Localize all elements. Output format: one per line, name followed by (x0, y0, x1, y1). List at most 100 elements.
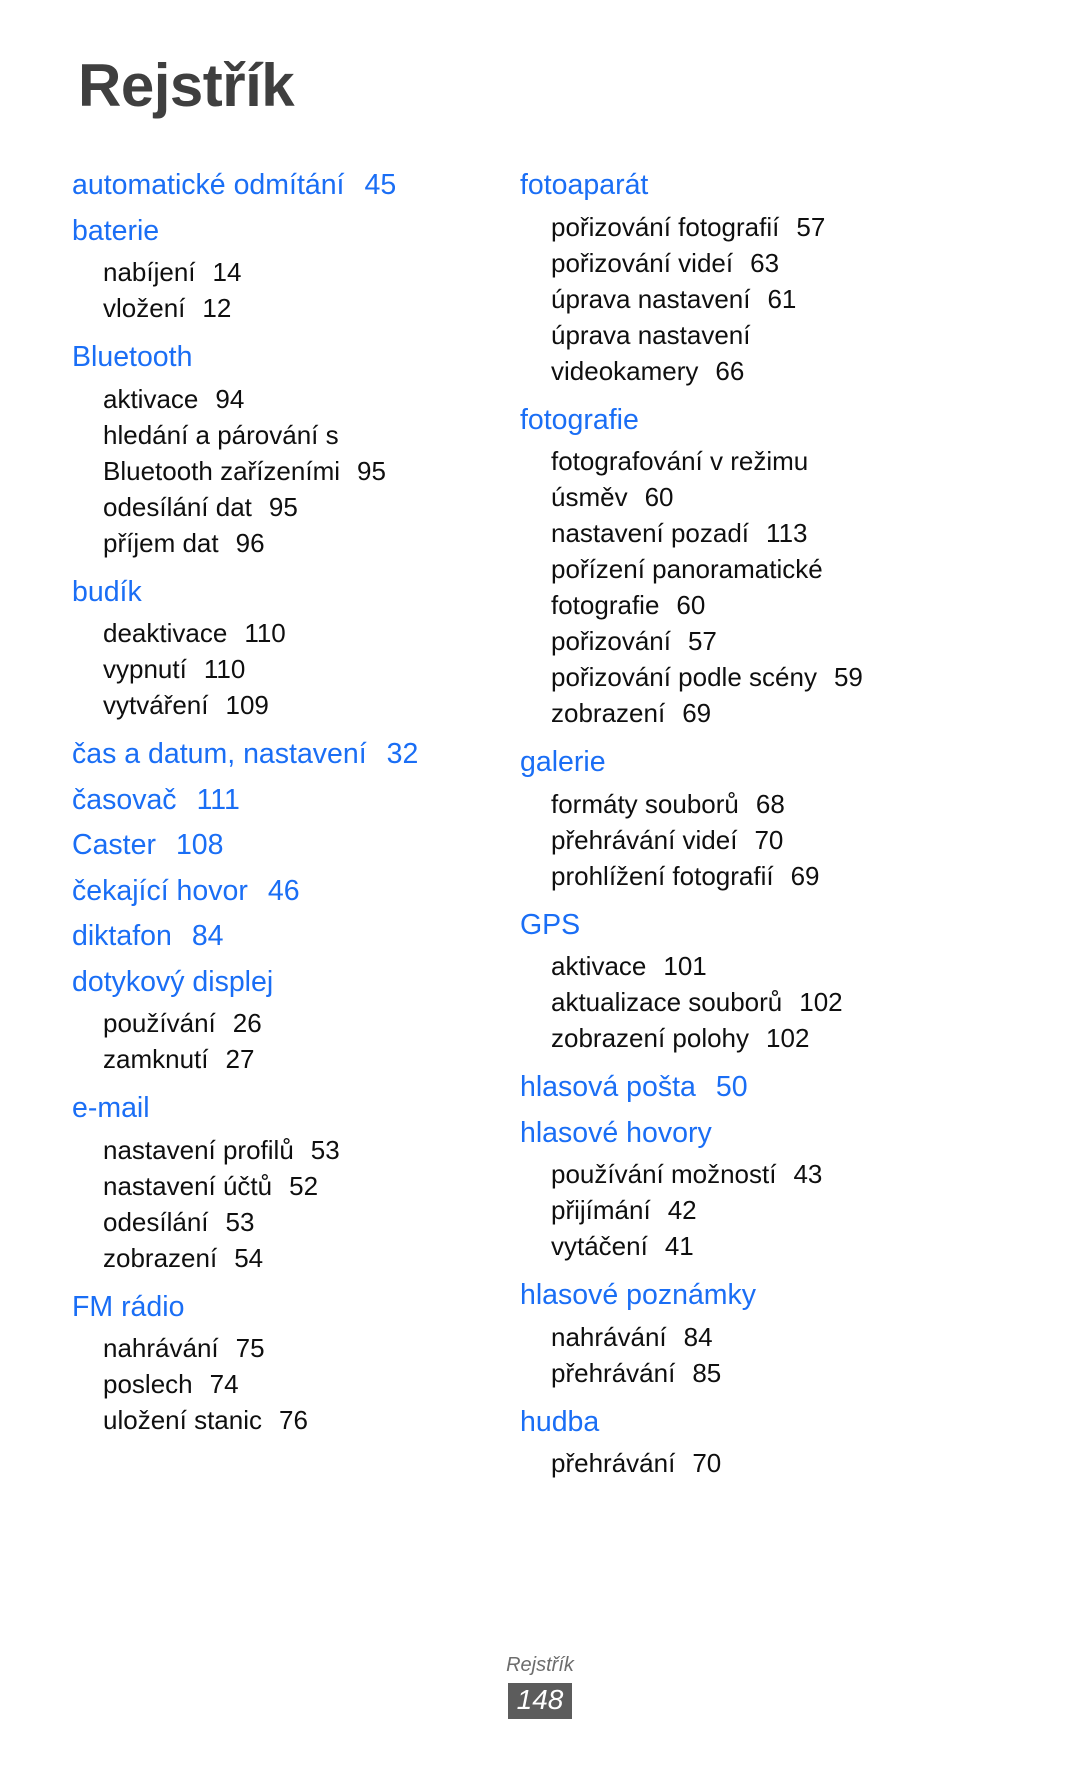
index-subentry[interactable]: hledání a párování s (72, 417, 430, 453)
index-subentry[interactable]: odesílání dat 95 (72, 489, 430, 525)
index-heading[interactable]: budík (72, 570, 430, 616)
index-subentry-page-number: 66 (715, 355, 745, 386)
index-subentry[interactable]: vložení 12 (72, 290, 430, 326)
index-subentry-label: nastavení účtů (103, 1170, 273, 1201)
index-subentry[interactable]: Bluetooth zařízeními 95 (72, 453, 430, 489)
index-subentry[interactable]: zamknutí 27 (72, 1041, 430, 1077)
index-subentry[interactable]: zobrazení polohy 102 (520, 1020, 878, 1056)
index-heading[interactable]: fotografie (520, 398, 878, 444)
index-heading[interactable]: čekající hovor 46 (72, 869, 430, 915)
index-subentry[interactable]: úsměv 60 (520, 479, 878, 515)
index-heading[interactable]: dotykový displej (72, 960, 430, 1006)
index-subentry[interactable]: deaktivace 110 (72, 615, 430, 651)
index-subentry[interactable]: fotografie 60 (520, 587, 878, 623)
index-subentry[interactable]: pořizování fotografií 57 (520, 209, 878, 245)
index-heading[interactable]: Caster 108 (72, 823, 430, 869)
index-subentry-label: přijímání (551, 1195, 651, 1225)
index-heading[interactable]: čas a datum, nastavení 32 (72, 732, 430, 778)
index-subentry[interactable]: vytváření 109 (72, 687, 430, 723)
index-subentry[interactable]: aktivace 101 (520, 948, 878, 984)
index-heading[interactable]: e-mail (72, 1086, 430, 1132)
index-subentry-page-number: 53 (225, 1206, 255, 1237)
index-subentry[interactable]: pořízení panoramatické (520, 551, 878, 587)
index-subentry[interactable]: nastavení profilů 53 (72, 1132, 430, 1168)
index-subentry[interactable]: pořizování podle scény 59 (520, 659, 878, 695)
index-subentry-label: fotografování v režimu (551, 446, 809, 476)
page-title: Rejstřík (78, 52, 295, 119)
index-subentry-label: pořizování podle scény (551, 662, 817, 692)
index-heading[interactable]: FM rádio (72, 1285, 430, 1331)
index-heading-label: FM rádio (72, 1290, 185, 1323)
index-subentry[interactable]: zobrazení 54 (72, 1240, 430, 1276)
index-subentry[interactable]: pořizování 57 (520, 623, 878, 659)
index-subentry[interactable]: formáty souborů 68 (520, 786, 878, 822)
index-subentry[interactable]: nastavení pozadí 113 (520, 515, 878, 551)
index-heading-label: baterie (72, 214, 160, 247)
index-subentry-label: uložení stanic (103, 1405, 262, 1435)
index-subentry[interactable]: používání 26 (72, 1005, 430, 1041)
index-subentry[interactable]: nahrávání 75 (72, 1330, 430, 1366)
index-subentry[interactable]: úprava nastavení (520, 317, 878, 353)
index-entry-group: hlasové poznámky nahrávání 84 přehrávání 85 (520, 1273, 878, 1400)
index-subentry[interactable]: vytáčení 41 (520, 1228, 878, 1264)
index-subentry[interactable]: poslech 74 (72, 1366, 430, 1402)
index-heading[interactable]: hudba (520, 1400, 878, 1446)
index-subentry-label: používání možností (551, 1159, 777, 1189)
index-subentry[interactable]: pořizování videí 63 (520, 245, 878, 281)
index-subentry[interactable]: prohlížení fotografií 69 (520, 858, 878, 894)
index-heading[interactable]: Bluetooth (72, 335, 430, 381)
index-subentry-page-number: 109 (225, 690, 269, 720)
index-heading[interactable]: fotoaparát (520, 163, 878, 209)
index-subentry[interactable]: přehrávání 85 (520, 1355, 878, 1391)
index-subentry[interactable]: úprava nastavení 61 (520, 281, 878, 317)
index-heading[interactable]: GPS (520, 903, 878, 949)
index-subentry[interactable]: fotografování v režimu (520, 443, 878, 479)
index-heading-page-number: 50 (715, 1071, 748, 1103)
index-subentry[interactable]: nastavení účtů 52 (72, 1168, 430, 1204)
index-subentry[interactable]: přijímání 42 (520, 1192, 878, 1228)
index-heading[interactable]: hlasová pošta 50 (520, 1065, 878, 1111)
index-subentry-label: odesílání (103, 1206, 209, 1237)
index-subentry[interactable]: zobrazení 69 (520, 695, 878, 731)
index-subentry[interactable]: příjem dat 96 (72, 525, 430, 561)
index-heading[interactable]: diktafon 84 (72, 914, 430, 960)
index-subentry-label: příjem dat (103, 527, 219, 558)
index-subentry-page-number: 101 (663, 951, 707, 981)
index-heading[interactable]: hlasové hovory (520, 1111, 878, 1157)
index-subentry-page-number: 43 (793, 1159, 823, 1189)
index-subentry[interactable]: uložení stanic 76 (72, 1402, 430, 1438)
index-heading-label: automatické odmítání (72, 169, 345, 201)
index-heading[interactable]: časovač 111 (72, 778, 430, 824)
index-subentry-page-number: 26 (232, 1008, 262, 1038)
index-heading-page-number: 108 (175, 829, 224, 861)
index-subentry[interactable]: přehrávání videí 70 (520, 822, 878, 858)
index-subentry[interactable]: nahrávání 84 (520, 1319, 878, 1355)
index-heading[interactable]: galerie (520, 740, 878, 786)
page-number-badge: 148 (507, 1682, 573, 1719)
index-column-left: automatické odmítání 45 baterie nabíjení 14 v… (0, 163, 430, 1447)
index-subentry-label: přehrávání (551, 1448, 676, 1478)
index-heading-label: Bluetooth (72, 341, 193, 373)
index-subentry[interactable]: aktivace 94 (72, 381, 430, 417)
index-heading-label: galerie (520, 746, 606, 778)
index-heading[interactable]: hlasové poznámky (520, 1273, 878, 1319)
index-subentry[interactable]: nabíjení 14 (72, 254, 430, 290)
index-subentry[interactable]: aktualizace souborů 102 (520, 984, 878, 1020)
index-subentry-label: přehrávání (551, 1357, 676, 1388)
index-subentry-label: pořízení panoramatické (551, 554, 823, 584)
index-page: Rejstřík automatické odmítání 45 baterie na… (0, 0, 1080, 1771)
index-heading-label: čekající hovor (72, 874, 248, 907)
index-subentry[interactable]: používání možností 43 (520, 1156, 878, 1192)
index-heading[interactable]: baterie (72, 209, 430, 255)
index-subentry[interactable]: vypnutí 110 (72, 651, 430, 687)
index-subentry-label: přehrávání videí (551, 824, 738, 855)
index-subentry[interactable]: videokamery 66 (520, 353, 878, 389)
index-subentry-label: pořizování fotografií (551, 211, 780, 242)
index-subentry[interactable]: přehrávání 70 (520, 1445, 878, 1481)
index-heading[interactable]: automatické odmítání 45 (72, 163, 430, 209)
index-subentry-label: úsměv (551, 482, 628, 512)
index-subentry[interactable]: odesílání 53 (72, 1204, 430, 1240)
